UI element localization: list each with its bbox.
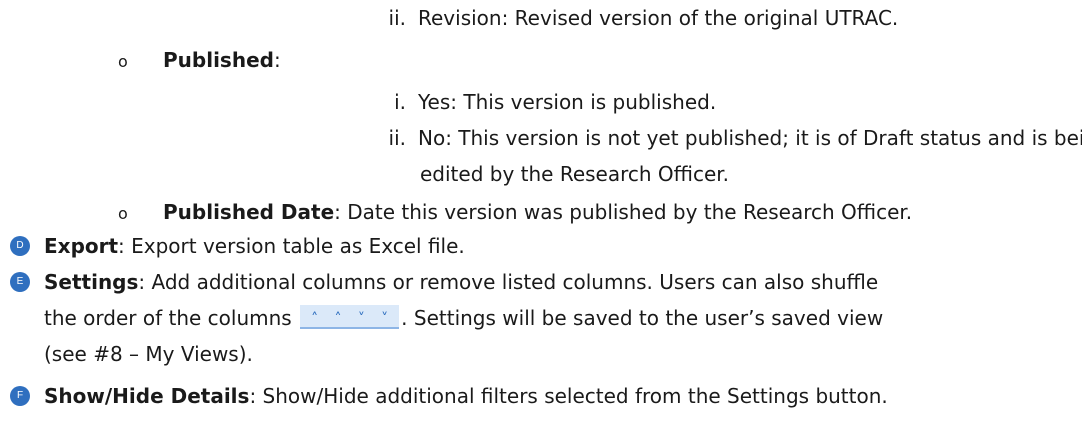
settings-item: Settings: Add additional columns or remo… [44,268,878,296]
list-number: ii. [388,126,406,150]
settings-text: . Settings will be saved to the user’s s… [401,306,884,330]
badge-e-icon: E [10,272,30,292]
chevron-up-icon: ˄ [334,310,342,327]
column-order-controls: ˄ ˄ ˅ ˅ [300,304,400,329]
circle-bullet-icon: o [118,204,128,223]
term-description: : Export version table as Excel file. [118,234,465,258]
settings-line-2: the order of the columns ˄ ˄ ˅ ˅ . Setti… [44,304,883,332]
double-chevron-down-icon: ˅ [381,310,389,327]
revision-item: ii. Revision: Revised version of the orig… [382,4,899,32]
term-description: : Date this version was published by the… [334,200,913,224]
published-heading: Published: [163,46,281,74]
term-label: Show/Hide Details [44,384,250,408]
term-label: Published Date [163,200,335,224]
chevron-down-icon: ˅ [357,310,365,327]
term-label: Published [163,48,274,72]
double-chevron-up-icon: ˄ [311,310,319,327]
term-description: : Add additional columns or remove liste… [138,270,879,294]
show-hide-item: Show/Hide Details: Show/Hide additional … [44,382,888,410]
colon: : [273,48,281,72]
published-yes-item: i. Yes: This version is published. [382,88,716,116]
list-text: Yes: This version is published. [418,90,717,114]
badge-d-icon: D [10,236,30,256]
export-item: Export: Export version table as Excel fi… [44,232,465,260]
badge-f-icon: F [10,386,30,406]
list-text: No: This version is not yet published; i… [418,126,1082,150]
term-label: Export [44,234,119,258]
circle-bullet-icon: o [118,52,128,71]
published-date-item: Published Date: Date this version was pu… [163,198,912,226]
list-number: ii. [388,6,406,30]
term-description: : Show/Hide additional filters selected … [249,384,888,408]
list-number: i. [394,90,406,114]
published-no-item: ii. No: This version is not yet published… [382,124,1082,152]
list-text: Revision: Revised version of the origina… [418,6,899,30]
published-no-continuation: edited by the Research Officer. [420,162,730,186]
settings-text: the order of the columns [44,306,292,330]
term-label: Settings [44,270,139,294]
settings-line-3: (see #8 – My Views). [44,342,253,366]
